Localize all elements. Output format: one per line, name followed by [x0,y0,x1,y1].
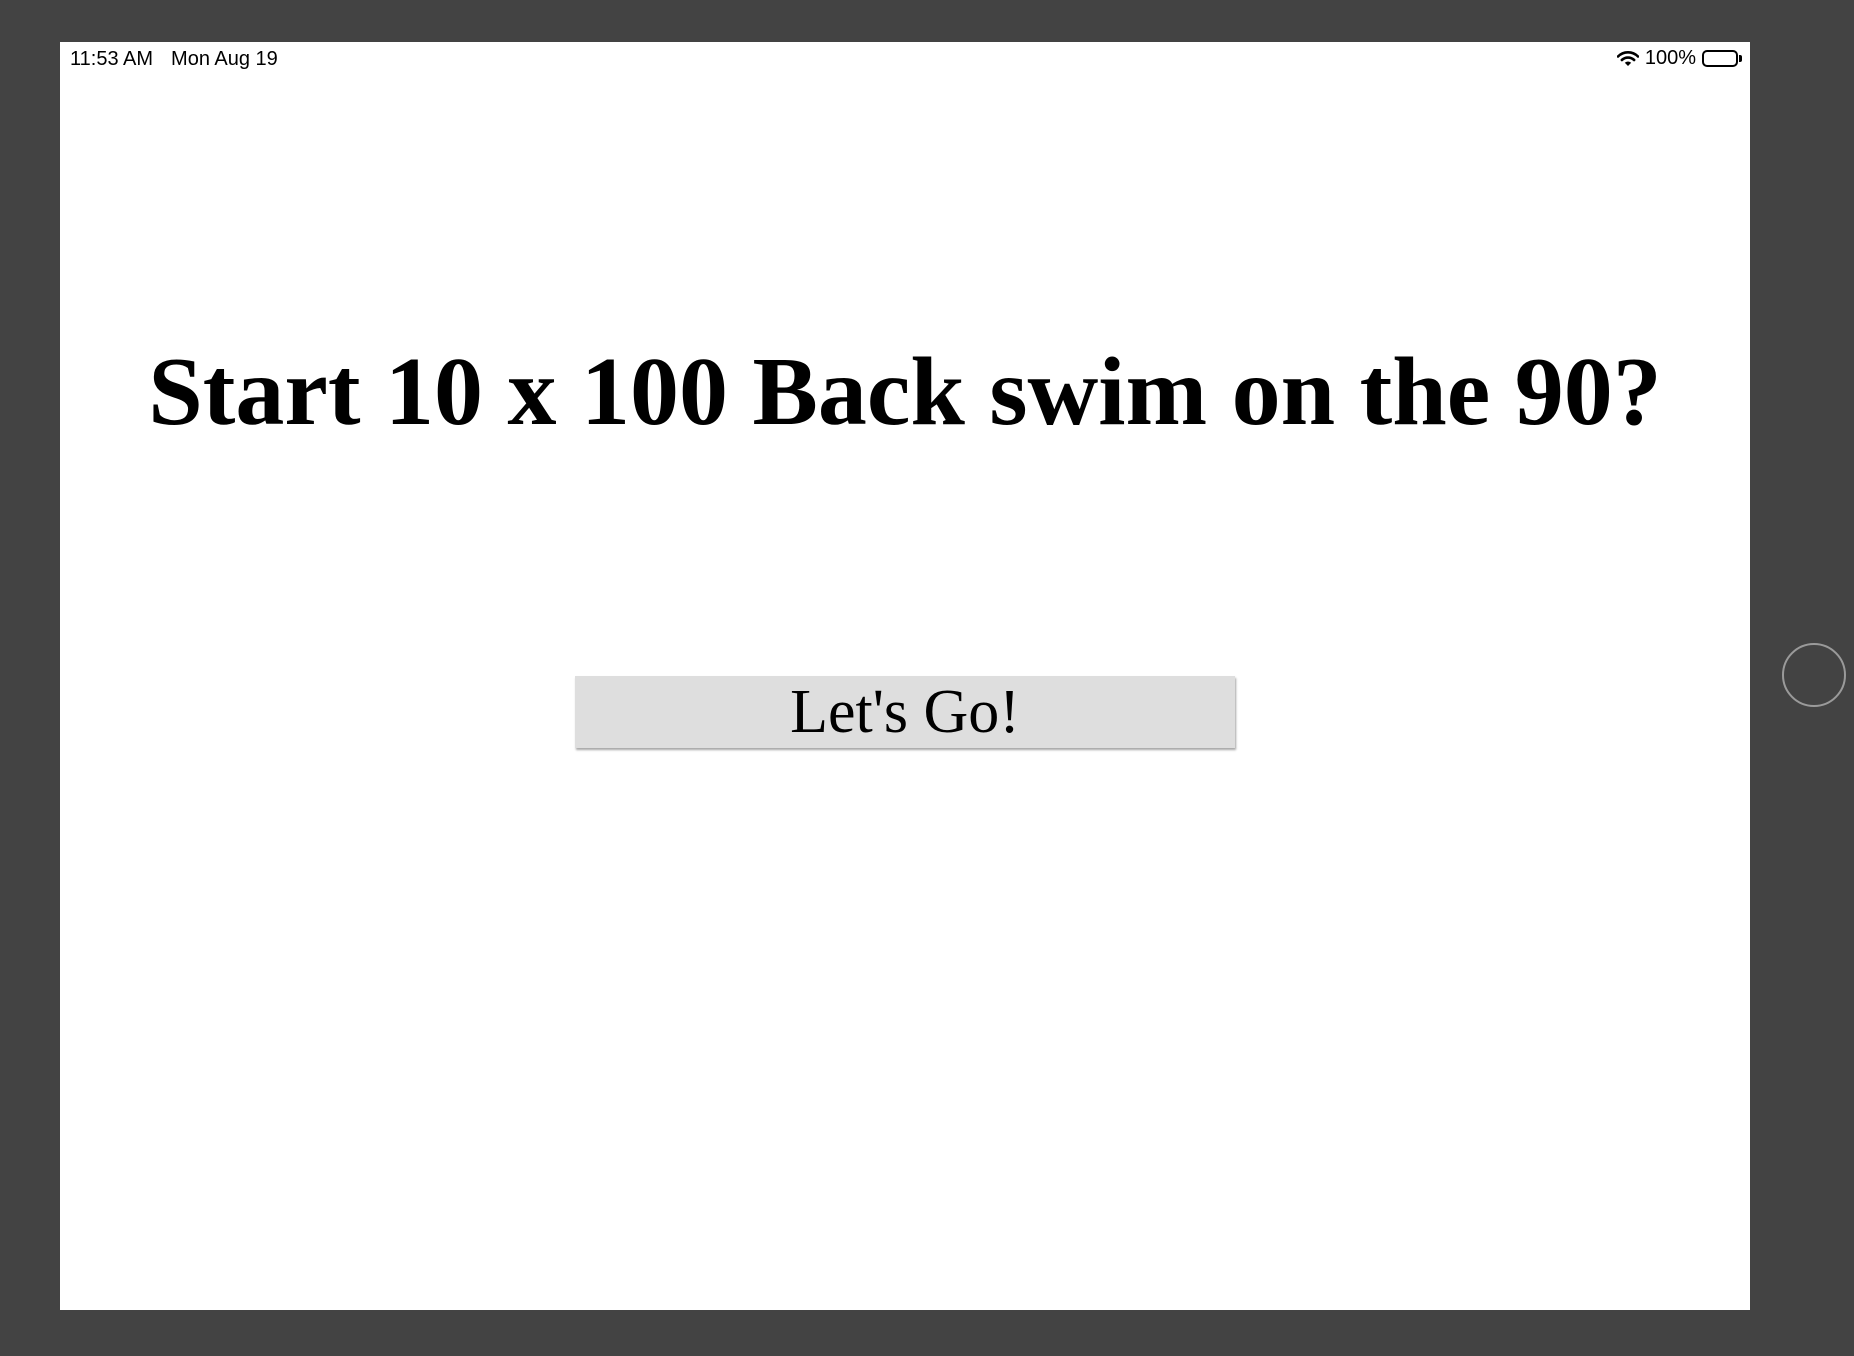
home-button-circle[interactable] [1782,643,1846,707]
workout-prompt-headline: Start 10 x 100 Back swim on the 90? [148,338,1662,446]
lets-go-button[interactable]: Let's Go! [575,676,1235,748]
status-right: 100% [1616,47,1742,70]
battery-percent: 100% [1644,47,1696,69]
battery-icon [1702,50,1742,67]
status-bar: 11:53 AM Mon Aug 19 100% [60,42,1750,74]
battery-body [1702,50,1738,67]
battery-tip [1739,55,1742,62]
app-screen: 11:53 AM Mon Aug 19 100% Start 10 x 100 B… [60,42,1750,1310]
status-date: Mon Aug 19 [171,48,278,70]
wifi-icon [1616,50,1639,67]
status-left: 11:53 AM Mon Aug 19 [70,48,278,71]
status-time: 11:53 AM [70,48,154,70]
